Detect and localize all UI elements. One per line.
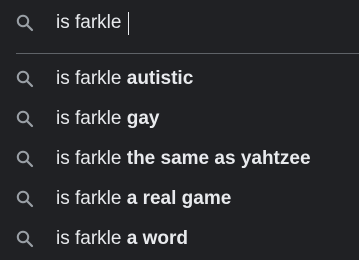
suggestion-prefix: is farkle (56, 108, 122, 129)
suggestion-completion: the same as yahtzee (126, 148, 311, 169)
suggestion-item[interactable]: is farkle the same as yahtzee (0, 139, 359, 179)
suggestion-prefix: is farkle (56, 188, 122, 209)
suggestion-prefix: is farkle (56, 148, 122, 169)
suggestion-item[interactable]: is farkle a real game (0, 179, 359, 219)
suggestion-list: is farkle autistic is farkle gay is fark… (0, 59, 359, 259)
search-icon (15, 69, 35, 89)
suggestion-text: is farkle a real game (56, 179, 231, 219)
suggestion-completion: a word (126, 228, 188, 249)
suggestion-text: is farkle the same as yahtzee (56, 139, 311, 179)
search-icon (15, 149, 35, 169)
search-input[interactable]: is farkle (56, 8, 129, 38)
suggestion-completion: gay (126, 108, 160, 129)
suggestion-item[interactable]: is farkle gay (0, 99, 359, 139)
suggestion-completion: a real game (126, 188, 232, 209)
suggestion-text: is farkle a word (56, 219, 188, 259)
search-icon (15, 189, 35, 209)
suggestion-prefix: is farkle (56, 228, 122, 249)
text-caret (127, 11, 129, 35)
search-icon (15, 13, 35, 33)
suggestion-completion: autistic (126, 68, 194, 89)
search-query-text: is farkle (56, 12, 127, 33)
suggestion-item[interactable]: is farkle a word (0, 219, 359, 259)
search-box[interactable]: is farkle (0, 0, 359, 46)
search-icon (15, 229, 35, 249)
suggestion-text: is farkle gay (56, 99, 160, 139)
suggestion-prefix: is farkle (56, 68, 122, 89)
search-icon (15, 109, 35, 129)
suggestion-item[interactable]: is farkle autistic (0, 59, 359, 99)
divider (16, 53, 359, 54)
suggestion-text: is farkle autistic (56, 59, 193, 99)
